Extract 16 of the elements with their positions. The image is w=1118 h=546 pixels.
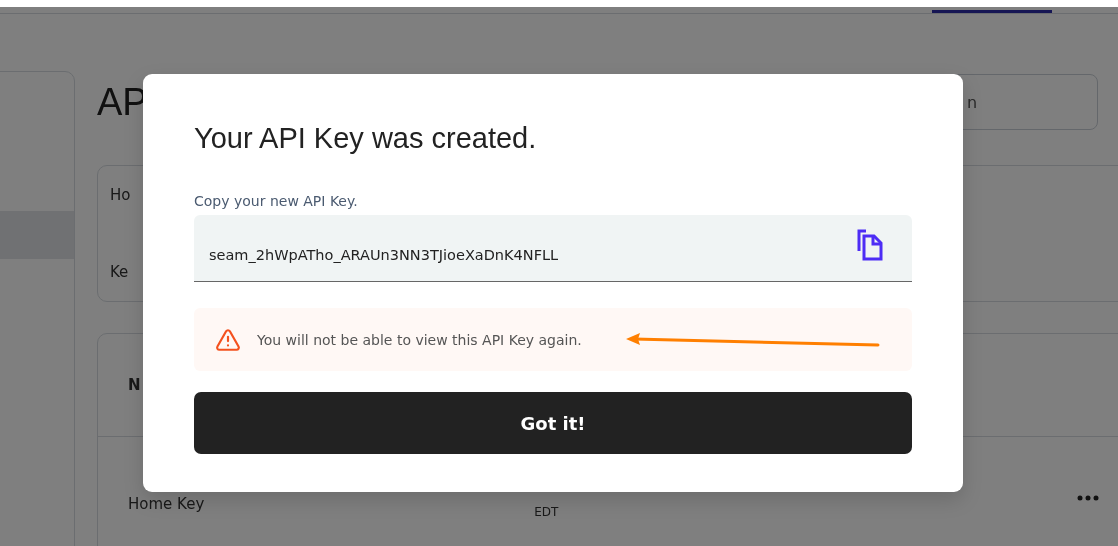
dialog-title: Your API Key was created. xyxy=(194,122,538,155)
warning-icon xyxy=(215,326,241,353)
table-cell: Home Key xyxy=(128,495,205,513)
detail-label: Ke xyxy=(110,263,129,281)
table-cell: EDT xyxy=(534,505,559,519)
api-key-field[interactable]: seam_2hWpATho_ARAUn3NN3TJioeXaDnK4NFLL xyxy=(194,215,912,282)
warning-text: You will not be able to view this API Key again. xyxy=(257,331,582,348)
nav-tab[interactable] xyxy=(932,7,1052,13)
page-heading: AP xyxy=(97,80,148,125)
more-icon[interactable] xyxy=(1077,495,1099,501)
field-label: Copy your new API Key. xyxy=(194,193,359,209)
column-header: N xyxy=(128,376,141,394)
detail-label: Ho xyxy=(110,186,131,204)
got-it-button[interactable]: Got it! xyxy=(194,392,912,454)
copy-icon[interactable] xyxy=(856,229,884,261)
api-key-value: seam_2hWpATho_ARAUn3NN3TJioeXaDnK4NFLL xyxy=(209,247,560,263)
